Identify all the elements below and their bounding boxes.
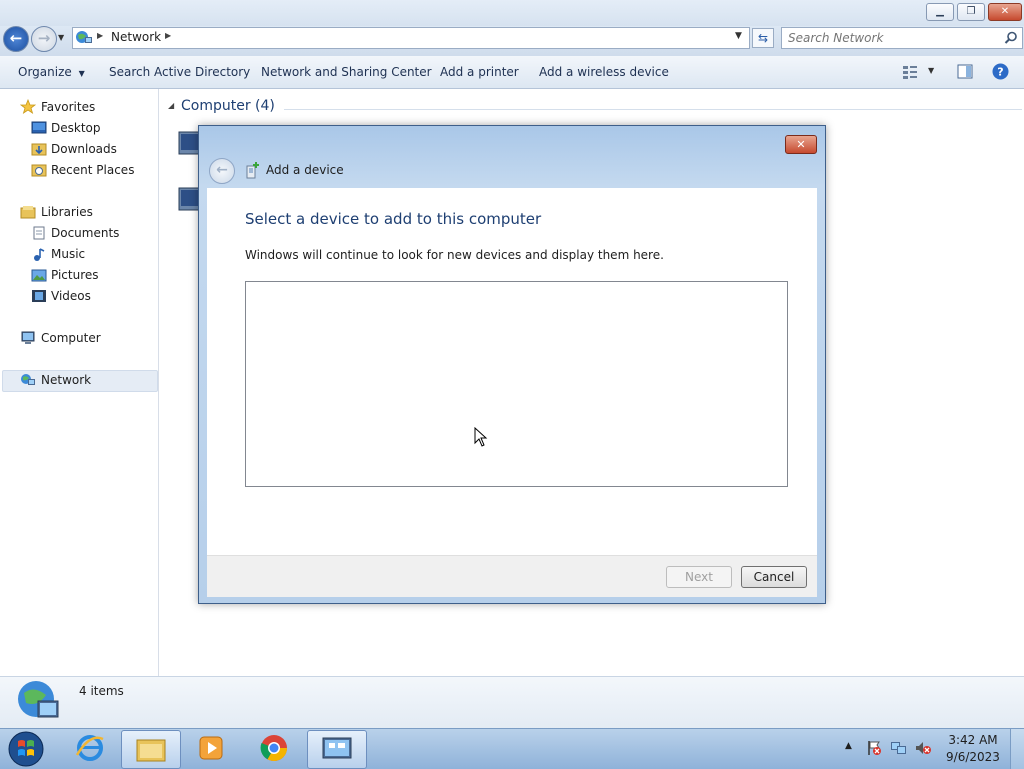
show-hidden-icons-button[interactable]: ▲ (845, 741, 852, 751)
svg-text:?: ? (997, 66, 1003, 79)
desktop-icon (31, 121, 47, 134)
nav-music[interactable]: Music (51, 247, 85, 261)
folder-icon (136, 739, 166, 762)
recent-places-icon (31, 164, 47, 177)
nav-libraries[interactable]: Libraries (41, 205, 93, 219)
nav-videos[interactable]: Videos (51, 289, 91, 303)
window-titlebar[interactable]: ▁ ❐ ✕ (0, 0, 1024, 26)
action-center-flag-icon[interactable] (866, 740, 882, 756)
computer-icon (21, 331, 35, 344)
nav-downloads[interactable]: Downloads (51, 142, 117, 156)
add-device-dialog: ✕ ← Add a device Select a device to add … (198, 125, 826, 604)
item-count: 4 items (79, 684, 124, 698)
breadcrumb-chevron-icon[interactable]: ▶ (165, 31, 171, 40)
network-icon (76, 31, 92, 43)
network-sharing-center-button[interactable]: Network and Sharing Center (261, 65, 432, 79)
dialog-body: Select a device to add to this computer … (207, 188, 817, 555)
downloads-folder-icon (31, 143, 47, 156)
minimize-button[interactable]: ▁ (926, 3, 954, 21)
add-printer-button[interactable]: Add a printer (440, 65, 519, 79)
network-tray-icon[interactable] (890, 740, 908, 756)
start-button-icon[interactable] (6, 729, 46, 769)
address-dropdown-icon[interactable]: ▼ (735, 31, 742, 41)
restore-button[interactable]: ❐ (957, 3, 985, 21)
view-dropdown-icon[interactable]: ▼ (928, 66, 934, 75)
network-globe-icon (18, 681, 59, 718)
taskbar-devices[interactable] (307, 730, 367, 769)
network-icon (21, 374, 35, 385)
nav-desktop[interactable]: Desktop (51, 121, 101, 135)
music-note-icon (34, 248, 45, 261)
tray-clock-time[interactable]: 3:42 AM (948, 733, 998, 747)
pictures-icon (31, 269, 47, 282)
preview-pane-icon[interactable] (957, 64, 973, 79)
nav-favorites[interactable]: Favorites (41, 100, 95, 114)
organize-dropdown-icon: ▼ (78, 69, 85, 78)
close-window-button[interactable]: ✕ (988, 3, 1022, 21)
nav-documents[interactable]: Documents (51, 226, 119, 240)
address-bar[interactable]: ▶ Network ▶ ▼ (72, 27, 750, 49)
dialog-close-button[interactable]: ✕ (785, 135, 817, 154)
back-button[interactable]: ← (3, 26, 29, 52)
documents-icon (33, 226, 45, 240)
tray-clock-date[interactable]: 9/6/2023 (946, 750, 1000, 764)
media-player-icon (199, 736, 223, 760)
dialog-heading: Select a device to add to this computer (245, 210, 542, 228)
nav-computer[interactable]: Computer (41, 331, 101, 345)
next-button[interactable]: Next (666, 566, 732, 588)
view-options-icon[interactable] (902, 65, 918, 79)
taskbar-media-player[interactable] (183, 730, 241, 767)
add-wireless-device-button[interactable]: Add a wireless device (539, 65, 669, 79)
internet-explorer-icon (75, 735, 104, 761)
show-desktop-button[interactable] (1010, 729, 1024, 769)
chrome-icon (260, 735, 288, 762)
cancel-button[interactable]: Cancel (741, 566, 807, 588)
help-icon[interactable]: ? (992, 63, 1009, 80)
videos-icon (32, 290, 46, 302)
breadcrumb-network[interactable]: Network (111, 30, 161, 44)
dialog-title: Add a device (266, 163, 344, 177)
navigation-pane: Favorites Desktop Downloads Recent Place… (0, 89, 159, 676)
details-pane: 4 items (0, 676, 1024, 729)
dialog-description: Windows will continue to look for new de… (245, 248, 664, 262)
volume-muted-icon[interactable] (914, 740, 932, 756)
forward-button[interactable]: → (31, 26, 57, 52)
devices-printers-icon (322, 737, 352, 759)
add-device-icon (246, 162, 259, 179)
breadcrumb-separator-icon[interactable]: ▶ (97, 31, 103, 40)
recent-pages-dropdown[interactable]: ▼ (58, 33, 64, 42)
organize-label: Organize (18, 65, 72, 79)
group-divider (284, 109, 1022, 110)
search-active-directory-button[interactable]: Search Active Directory (109, 65, 250, 79)
search-icon[interactable] (1004, 31, 1018, 45)
libraries-icon (20, 206, 36, 219)
organize-button[interactable]: Organize ▼ (18, 65, 85, 79)
group-header-computer[interactable]: Computer (4) (181, 98, 275, 114)
dialog-back-button[interactable]: ← (209, 158, 235, 184)
nav-recent-places[interactable]: Recent Places (51, 163, 134, 177)
search-input[interactable] (786, 29, 1002, 47)
device-list[interactable] (245, 281, 788, 487)
nav-pictures[interactable]: Pictures (51, 268, 99, 282)
favorites-star-icon (20, 99, 36, 114)
group-collapse-icon[interactable]: ◢ (168, 101, 174, 110)
taskbar-explorer[interactable] (121, 730, 181, 769)
search-box[interactable] (781, 27, 1023, 49)
nav-network[interactable]: Network (41, 373, 91, 387)
taskbar-ie[interactable] (61, 730, 119, 767)
dialog-footer: Next Cancel (207, 555, 817, 597)
mouse-cursor-icon (474, 427, 488, 447)
command-bar: Organize ▼ Search Active Directory Netwo… (0, 56, 1024, 89)
taskbar: ▲ 3:42 AM 9/6/2023 (0, 728, 1024, 769)
refresh-button[interactable]: ⇆ (752, 28, 774, 48)
taskbar-chrome[interactable] (245, 730, 303, 767)
